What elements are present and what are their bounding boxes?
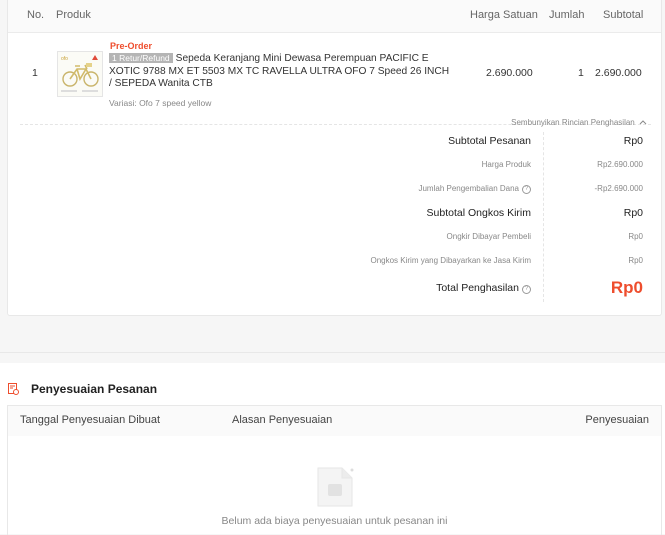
subtotal-ongkir-label: Subtotal Ongkos Kirim <box>426 207 531 219</box>
ongkir-pembeli-value: Rp0 <box>628 232 643 241</box>
col-subtotal: Subtotal <box>603 9 644 21</box>
hide-income-details-toggle[interactable]: Sembunyikan Rincian Penghasilan <box>511 118 647 127</box>
col-tanggal: Tanggal Penyesuaian Dibuat <box>20 414 161 426</box>
item-subtotal: 2.690.000 <box>595 67 642 79</box>
product-name[interactable]: 1 Retur/Refund Sepeda Keranjang Mini Dewa… <box>109 52 454 91</box>
subtotal-pesanan-label: Subtotal Pesanan <box>448 135 531 147</box>
empty-document-icon <box>317 467 354 507</box>
col-no: No. <box>27 9 45 21</box>
help-icon[interactable]: ? <box>522 185 531 194</box>
subtotal-ongkir-value: Rp0 <box>623 207 643 219</box>
item-unit-price: 2.690.000 <box>486 67 533 79</box>
return-refund-badge: 1 Retur/Refund <box>109 53 173 63</box>
total-penghasilan-value: Rp0 <box>610 278 643 297</box>
svg-text:ofo: ofo <box>61 56 68 62</box>
order-items-card: No. Produk Harga Satuan Jumlah Subtotal … <box>7 0 662 316</box>
adjustment-table-header: Tanggal Penyesuaian Dibuat Alasan Penyes… <box>8 406 661 436</box>
jumlah-pengembalian-text: Jumlah Pengembalian Dana <box>418 184 519 193</box>
bicycle-icon: ofo <box>58 52 102 96</box>
total-penghasilan-label: Total Penghasilan? <box>436 282 531 294</box>
jumlah-pengembalian-label: Jumlah Pengembalian Dana? <box>418 184 531 194</box>
help-icon[interactable]: ? <box>522 285 531 294</box>
jumlah-pengembalian-value: -Rp2.690.000 <box>594 184 643 193</box>
col-produk: Produk <box>56 9 91 21</box>
total-penghasilan-text: Total Penghasilan <box>436 282 519 294</box>
ongkir-pembeli-label: Ongkir Dibayar Pembeli <box>446 232 531 241</box>
col-alasan: Alasan Penyesuaian <box>232 414 333 426</box>
section-separator <box>0 352 665 353</box>
ongkir-jasa-label: Ongkos Kirim yang Dibayarkan ke Jasa Kir… <box>370 256 531 265</box>
toggle-label: Sembunyikan Rincian Penghasilan <box>511 118 635 127</box>
section-title: Penyesuaian Pesanan <box>31 382 158 396</box>
items-table-header: No. Produk Harga Satuan Jumlah Subtotal <box>8 0 661 33</box>
harga-produk-value: Rp2.690.000 <box>597 160 643 169</box>
col-penyesuaian: Penyesuaian <box>585 414 649 426</box>
harga-produk-label: Harga Produk <box>481 160 531 169</box>
subtotal-pesanan-value: Rp0 <box>623 135 643 147</box>
adjustment-table: Tanggal Penyesuaian Dibuat Alasan Penyes… <box>7 405 662 535</box>
breakdown-divider <box>543 132 544 302</box>
order-adjustment-section: Penyesuaian Pesanan Tanggal Penyesuaian … <box>0 363 665 535</box>
item-number: 1 <box>32 67 38 79</box>
preorder-badge: Pre-Order <box>110 41 153 51</box>
empty-state-text: Belum ada biaya penyesuaian untuk pesana… <box>221 515 448 527</box>
product-thumbnail[interactable]: ofo <box>57 51 103 97</box>
col-harga-satuan: Harga Satuan <box>470 9 538 21</box>
ongkir-jasa-value: Rp0 <box>628 256 643 265</box>
col-jumlah: Jumlah <box>549 9 585 21</box>
item-quantity: 1 <box>578 67 584 79</box>
adjustment-icon <box>8 383 19 395</box>
chevron-up-icon <box>639 120 647 125</box>
product-variation: Variasi: Ofo 7 speed yellow <box>109 98 212 108</box>
